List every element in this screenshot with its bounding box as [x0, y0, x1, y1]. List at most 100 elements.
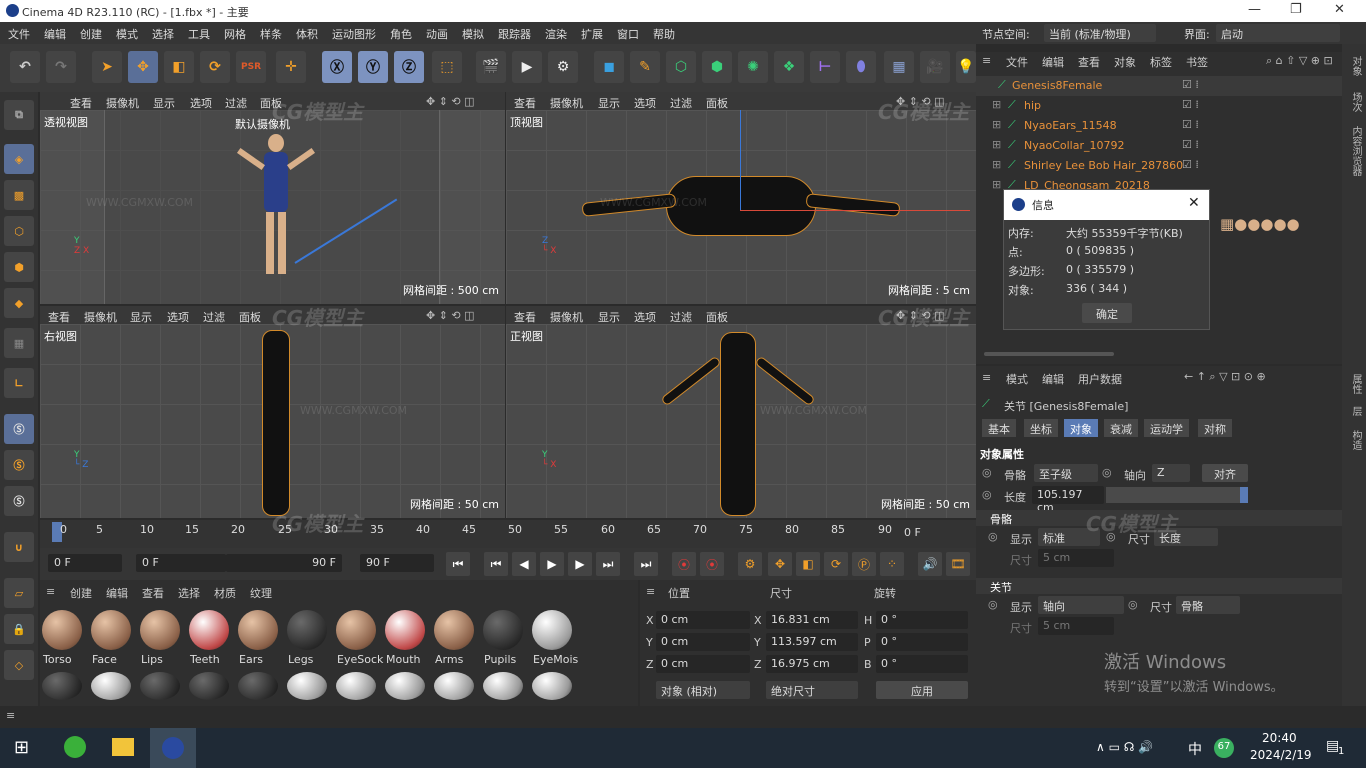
- play-icon[interactable]: ▶: [540, 552, 564, 576]
- joint-size-select[interactable]: 骨骼: [1176, 596, 1240, 614]
- bones-group-title[interactable]: 骨骼: [990, 511, 1012, 527]
- length-field[interactable]: 105.197 cm: [1032, 486, 1104, 514]
- vp-menu-display[interactable]: 显示: [153, 95, 175, 111]
- tab-symmetry[interactable]: 对称: [1198, 419, 1232, 437]
- side-tab-structure[interactable]: 构造: [1348, 430, 1363, 450]
- obj-menu-bookmarks[interactable]: 书签: [1186, 54, 1208, 70]
- pen-icon[interactable]: ✎: [630, 51, 660, 83]
- menu-volume[interactable]: 体积: [296, 26, 318, 42]
- key-parameter-icon[interactable]: Ⓟ: [852, 552, 876, 576]
- render-settings-icon[interactable]: ⚙: [548, 51, 578, 83]
- vp-menu-filter[interactable]: 过滤: [203, 309, 225, 325]
- vp-menu-display[interactable]: 显示: [130, 309, 152, 325]
- obj-menu-icon[interactable]: ≡: [982, 54, 991, 67]
- browser-icon[interactable]: [64, 736, 86, 758]
- material-swatch-face[interactable]: [91, 610, 131, 650]
- menu-animate[interactable]: 动画: [426, 26, 448, 42]
- transform-icon[interactable]: ✛: [276, 51, 306, 83]
- tab-basic[interactable]: 基本: [982, 419, 1016, 437]
- material-swatch-lips[interactable]: [140, 610, 180, 650]
- deformer-icon[interactable]: ⊢: [810, 51, 840, 83]
- fracture-icon[interactable]: ❖: [774, 51, 804, 83]
- select-tool-icon[interactable]: ➤: [92, 51, 122, 83]
- model-mode-icon[interactable]: ◈: [4, 144, 34, 174]
- vp-menu-filter[interactable]: 过滤: [670, 95, 692, 111]
- expand-icon[interactable]: ⊞: [992, 98, 1001, 111]
- light-icon[interactable]: 💡: [956, 51, 976, 83]
- magnet-icon[interactable]: ∪: [4, 532, 34, 562]
- tray-badge[interactable]: 67: [1214, 738, 1234, 758]
- vp-menu-options[interactable]: 选项: [634, 309, 656, 325]
- material-swatch[interactable]: [483, 672, 523, 700]
- expand-icon[interactable]: ⊞: [992, 178, 1001, 191]
- render-picture-icon[interactable]: ▶: [512, 51, 542, 83]
- object-nyaoears[interactable]: NyaoEars_11548: [1024, 119, 1117, 132]
- clock-time[interactable]: 20:40: [1262, 731, 1297, 745]
- menu-help[interactable]: 帮助: [653, 26, 675, 42]
- material-swatch[interactable]: [532, 672, 572, 700]
- undo-icon[interactable]: ↶: [10, 51, 40, 83]
- material-swatch-legs[interactable]: [287, 610, 327, 650]
- visibility-icon[interactable]: ☑ ⁞: [1182, 118, 1199, 131]
- key-scale-icon[interactable]: ◧: [796, 552, 820, 576]
- menu-window[interactable]: 窗口: [617, 26, 639, 42]
- uv-mode-icon[interactable]: ▦: [4, 328, 34, 358]
- axis-z-icon[interactable]: Ⓩ: [394, 51, 424, 83]
- radio-icon[interactable]: ◎: [988, 598, 998, 611]
- timeline-ruler[interactable]: 0 5 10 15 20 25 30 35 40 45 50 55 60 65 …: [40, 520, 976, 548]
- menu-mesh[interactable]: 网格: [224, 26, 246, 42]
- axis-mode-icon[interactable]: ∟: [4, 368, 34, 398]
- attr-menu-userdata[interactable]: 用户数据: [1078, 371, 1122, 387]
- object-hip[interactable]: hip: [1024, 99, 1041, 112]
- size-mode-select[interactable]: 绝对尺寸: [766, 681, 858, 699]
- vp-menu-options[interactable]: 选项: [634, 95, 656, 111]
- mat-menu-view[interactable]: 查看: [142, 585, 164, 601]
- side-tab-takes[interactable]: 场次: [1348, 92, 1363, 112]
- workplane-icon[interactable]: ▱: [4, 578, 34, 608]
- record-icon[interactable]: ⦿: [672, 552, 696, 576]
- axis-select[interactable]: Z: [1152, 464, 1190, 482]
- material-swatch[interactable]: [287, 672, 327, 700]
- side-tab-attributes[interactable]: 属性: [1348, 374, 1363, 394]
- move-tool-icon[interactable]: ✥: [128, 51, 158, 83]
- attr-menu-edit[interactable]: 编辑: [1042, 371, 1064, 387]
- clock-date[interactable]: 2024/2/19: [1250, 748, 1312, 762]
- pos-x-field[interactable]: 0 cm: [656, 611, 750, 629]
- attr-menu-mode[interactable]: 模式: [1006, 371, 1028, 387]
- cube-icon[interactable]: ◼: [594, 51, 624, 83]
- object-nyaocollar[interactable]: NyaoCollar_10792: [1024, 139, 1125, 152]
- locked-workplane-icon[interactable]: 🔒: [4, 614, 34, 644]
- key-rotation-icon[interactable]: ⟳: [824, 552, 848, 576]
- mat-menu-material[interactable]: 材质: [214, 585, 236, 601]
- psr-icon[interactable]: PSR: [236, 51, 266, 83]
- render-view-icon[interactable]: 🎬: [476, 51, 506, 83]
- mat-menu-create[interactable]: 创建: [70, 585, 92, 601]
- material-swatch-torso[interactable]: [42, 610, 82, 650]
- obj-search-icon[interactable]: ⌕ ⌂ ⇧ ▽ ⊕ ⊡: [1266, 54, 1333, 68]
- size-z-field[interactable]: 16.975 cm: [766, 655, 858, 673]
- material-swatch-teeth[interactable]: [189, 610, 229, 650]
- tab-coord[interactable]: 坐标: [1024, 419, 1058, 437]
- keyframe-selection-icon[interactable]: ⚙: [738, 552, 762, 576]
- vp-menu-panel[interactable]: 面板: [239, 309, 261, 325]
- menu-file[interactable]: 文件: [8, 26, 30, 42]
- align-button[interactable]: 对齐: [1202, 464, 1248, 482]
- viewport-front[interactable]: 查看 摄像机 显示 选项 过滤 面板 ✥ ⇕ ⟲ ◫ 正视图 Y └ X 网格间距…: [506, 306, 976, 518]
- joint-display-select[interactable]: 轴向: [1038, 596, 1124, 614]
- rotate-tool-icon[interactable]: ⟳: [200, 51, 230, 83]
- extrude-icon[interactable]: ⬢: [702, 51, 732, 83]
- rot-b-field[interactable]: 0 °: [876, 655, 968, 673]
- key-position-icon[interactable]: ✥: [768, 552, 792, 576]
- object-genesis8female[interactable]: Genesis8Female: [1012, 79, 1102, 92]
- coord-mode-select[interactable]: 对象 (相对): [656, 681, 750, 699]
- visibility-icon[interactable]: ☑ ⁞: [1182, 98, 1199, 111]
- obj-menu-file[interactable]: 文件: [1006, 54, 1028, 70]
- vp-menu-options[interactable]: 选项: [190, 95, 212, 111]
- axis-y-icon[interactable]: Ⓨ: [358, 51, 388, 83]
- obj-menu-tags[interactable]: 标签: [1150, 54, 1172, 70]
- coord-menu-icon[interactable]: ≡: [646, 585, 655, 598]
- material-swatch[interactable]: [42, 672, 82, 700]
- material-swatch-arms[interactable]: [434, 610, 474, 650]
- obj-menu-object[interactable]: 对象: [1114, 54, 1136, 70]
- polygons-mode-icon[interactable]: ◆: [4, 288, 34, 318]
